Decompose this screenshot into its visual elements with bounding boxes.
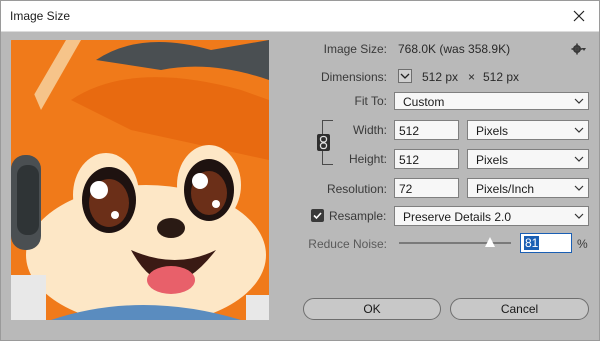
image-size-label: Image Size: bbox=[323, 42, 387, 56]
reduce-noise-value: 81 bbox=[524, 236, 540, 250]
resolution-unit-value: Pixels/Inch bbox=[476, 182, 535, 196]
checkmark-icon bbox=[313, 212, 322, 220]
dimensions-height-value: 512 px bbox=[483, 70, 520, 84]
width-label-text: Width: bbox=[352, 123, 387, 137]
close-icon bbox=[573, 10, 585, 22]
reduce-noise-unit: % bbox=[577, 237, 588, 251]
fox-mascot-image bbox=[11, 40, 269, 320]
height-input[interactable]: 512 bbox=[394, 149, 459, 169]
title-bar: Image Size bbox=[1, 1, 599, 32]
height-unit-value: Pixels bbox=[476, 153, 509, 167]
dimensions-width-value: 512 px bbox=[422, 70, 459, 84]
cancel-button[interactable]: Cancel bbox=[450, 298, 589, 320]
dimensions-label: Dimensions: bbox=[320, 70, 387, 84]
fit-to-value: Custom bbox=[403, 95, 445, 109]
reduce-noise-slider[interactable] bbox=[399, 236, 511, 250]
image-size-dialog: Image Size Image Size: 768.0K (was 358.9… bbox=[0, 0, 600, 341]
height-unit-dropdown[interactable]: Pixels bbox=[467, 149, 589, 169]
chevron-down-icon bbox=[574, 185, 584, 191]
dimensions-units-dropdown[interactable] bbox=[398, 69, 412, 83]
height-label: Height: bbox=[337, 152, 387, 166]
width-unit-value: Pixels bbox=[476, 124, 509, 138]
resolution-unit-dropdown[interactable]: Pixels/Inch bbox=[467, 178, 589, 198]
resolution-input[interactable]: 72 bbox=[394, 178, 459, 198]
width-value: 512 bbox=[399, 124, 420, 138]
chevron-down-icon bbox=[574, 98, 584, 104]
width-unit-dropdown[interactable]: Pixels bbox=[467, 120, 589, 140]
image-size-value: 768.0K (was 358.9K) bbox=[398, 42, 511, 56]
resolution-value: 72 bbox=[399, 182, 413, 196]
gear-icon[interactable] bbox=[571, 42, 587, 56]
slider-thumb[interactable] bbox=[484, 237, 495, 247]
ok-button[interactable]: OK bbox=[303, 298, 441, 320]
dialog-title: Image Size bbox=[10, 9, 71, 23]
constrain-proportions-button[interactable] bbox=[317, 134, 330, 151]
height-value: 512 bbox=[399, 153, 420, 167]
resolution-label: Resolution: bbox=[326, 182, 387, 196]
width-input[interactable]: 512 bbox=[394, 120, 459, 140]
reduce-noise-input[interactable]: 81 bbox=[520, 233, 572, 253]
chevron-down-icon bbox=[400, 73, 410, 79]
reduce-noise-label: Reduce Noise: bbox=[308, 237, 387, 251]
dialog-body: Image Size: 768.0K (was 358.9K) Dimensio… bbox=[1, 32, 599, 340]
resample-checkbox[interactable] bbox=[311, 209, 324, 222]
resample-label[interactable]: Resample: bbox=[329, 209, 386, 223]
resample-method-value: Preserve Details 2.0 bbox=[403, 210, 512, 224]
width-label: Width: bbox=[337, 123, 387, 137]
height-label-text: Height: bbox=[348, 152, 387, 166]
link-icon bbox=[319, 135, 328, 150]
image-preview[interactable] bbox=[11, 40, 269, 320]
fit-to-label: Fit To: bbox=[354, 94, 387, 108]
chevron-down-icon bbox=[574, 127, 584, 133]
chevron-down-icon bbox=[574, 156, 584, 162]
chevron-down-icon bbox=[574, 213, 584, 219]
fit-to-dropdown[interactable]: Custom bbox=[394, 92, 589, 110]
close-button[interactable] bbox=[565, 4, 593, 28]
resample-method-dropdown[interactable]: Preserve Details 2.0 bbox=[394, 206, 589, 226]
dimensions-times: × bbox=[468, 70, 476, 84]
